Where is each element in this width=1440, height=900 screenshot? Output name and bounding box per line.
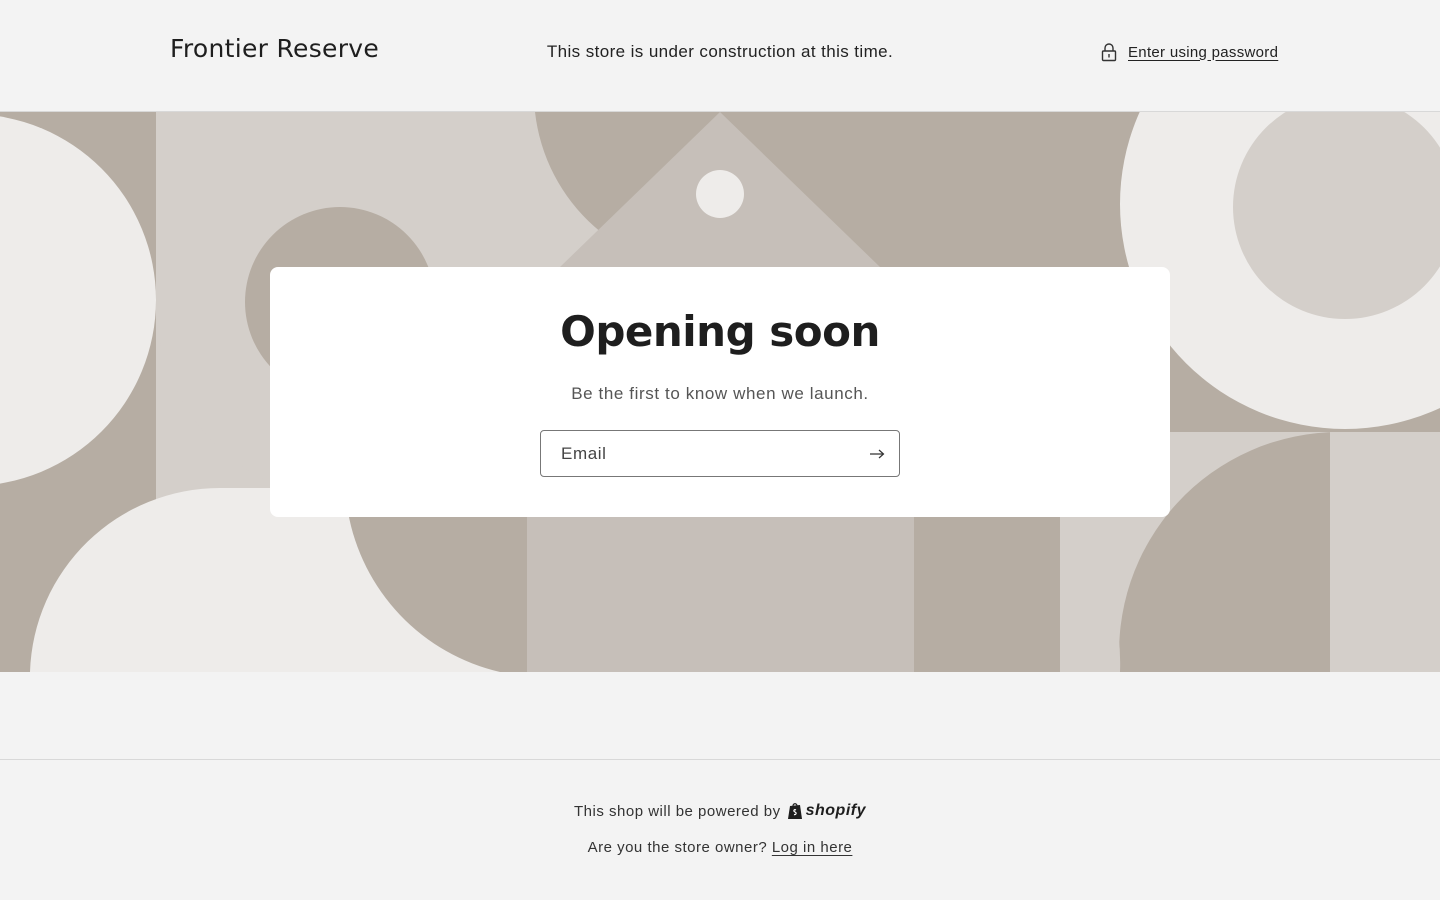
opening-card: Opening soon Be the first to know when w… bbox=[270, 267, 1170, 517]
email-input[interactable] bbox=[542, 432, 852, 475]
shopify-bag-icon bbox=[787, 803, 802, 819]
shopify-wordmark: shopify bbox=[805, 802, 866, 819]
site-header: Frontier Reserve This store is under con… bbox=[0, 0, 1440, 112]
powered-by-text: This shop will be powered by bbox=[574, 802, 781, 820]
enter-password-label: Enter using password bbox=[1128, 43, 1279, 61]
enter-password-link[interactable]: Enter using password bbox=[1100, 42, 1278, 62]
page-title: Opening soon bbox=[560, 307, 880, 356]
card-subtitle: Be the first to know when we launch. bbox=[571, 384, 869, 403]
subscribe-button[interactable] bbox=[861, 439, 893, 469]
lock-icon bbox=[1101, 43, 1117, 62]
powered-by-line: This shop will be powered by shopify bbox=[0, 802, 1440, 820]
owner-line: Are you the store owner? Log in here bbox=[0, 839, 1440, 856]
site-footer: This shop will be powered by shopify Are… bbox=[0, 759, 1440, 900]
owner-prompt: Are you the store owner? bbox=[587, 839, 768, 856]
email-form bbox=[540, 430, 900, 477]
shopify-logo[interactable]: shopify bbox=[787, 802, 866, 820]
arrow-right-icon bbox=[870, 449, 885, 459]
login-link[interactable]: Log in here bbox=[772, 839, 853, 856]
